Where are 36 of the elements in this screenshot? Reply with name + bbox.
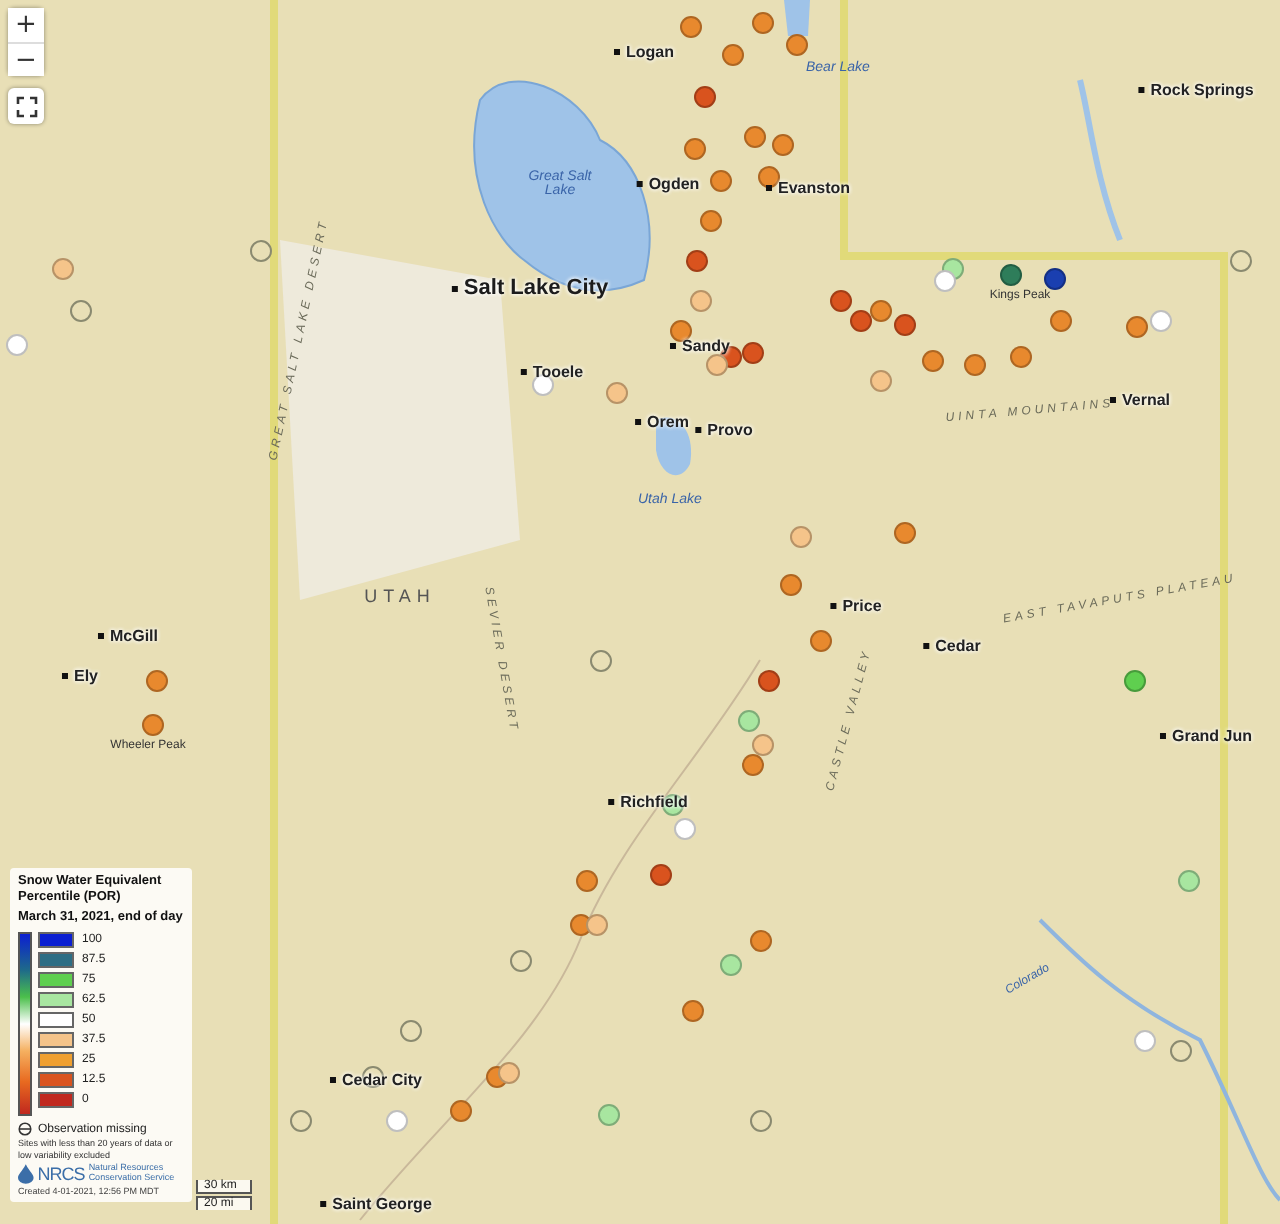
missing-icon bbox=[18, 1122, 32, 1137]
logo-text: NRCS bbox=[37, 1164, 85, 1184]
zoom-out-button[interactable]: − bbox=[8, 42, 44, 76]
city-label: Ely bbox=[62, 667, 98, 685]
missing-station-marker[interactable] bbox=[290, 1110, 312, 1132]
missing-station-marker[interactable] bbox=[250, 240, 272, 262]
fullscreen-button[interactable] bbox=[8, 88, 44, 124]
fullscreen-icon bbox=[15, 95, 37, 117]
city-label: Rock Springs bbox=[1138, 81, 1254, 99]
city-label: Tooele bbox=[520, 363, 584, 381]
missing-station-marker[interactable] bbox=[400, 1020, 422, 1042]
state-label: UTAH bbox=[364, 586, 436, 606]
city-label: Saint George bbox=[320, 1195, 432, 1213]
city-label: Salt Lake City bbox=[451, 276, 609, 300]
drop-logo-icon bbox=[18, 1164, 34, 1184]
city-label: Price bbox=[830, 597, 882, 615]
missing-station-marker[interactable] bbox=[1230, 250, 1252, 272]
city-label: Ogden bbox=[636, 175, 700, 193]
city-label: Grand Jun bbox=[1160, 727, 1252, 745]
missing-station-marker[interactable] bbox=[70, 300, 92, 322]
city-label: Cedar bbox=[923, 637, 981, 655]
missing-station-marker[interactable] bbox=[750, 1110, 772, 1132]
station-marker[interactable] bbox=[706, 354, 728, 376]
missing-station-marker[interactable] bbox=[1170, 1040, 1192, 1062]
city-label: Orem bbox=[635, 413, 689, 431]
city-label: Vernal bbox=[1110, 391, 1170, 409]
city-label: Provo bbox=[695, 421, 753, 439]
city-label: Logan bbox=[614, 43, 674, 61]
city-label: Richfield bbox=[608, 793, 688, 811]
city-label: Sandy bbox=[670, 337, 730, 355]
city-label: Cedar City bbox=[330, 1071, 422, 1089]
city-label: Evanston bbox=[766, 179, 850, 197]
zoom-in-button[interactable]: + bbox=[8, 8, 44, 42]
city-label: McGill bbox=[98, 627, 158, 645]
missing-station-marker[interactable] bbox=[510, 950, 532, 972]
missing-station-marker[interactable] bbox=[590, 650, 612, 672]
